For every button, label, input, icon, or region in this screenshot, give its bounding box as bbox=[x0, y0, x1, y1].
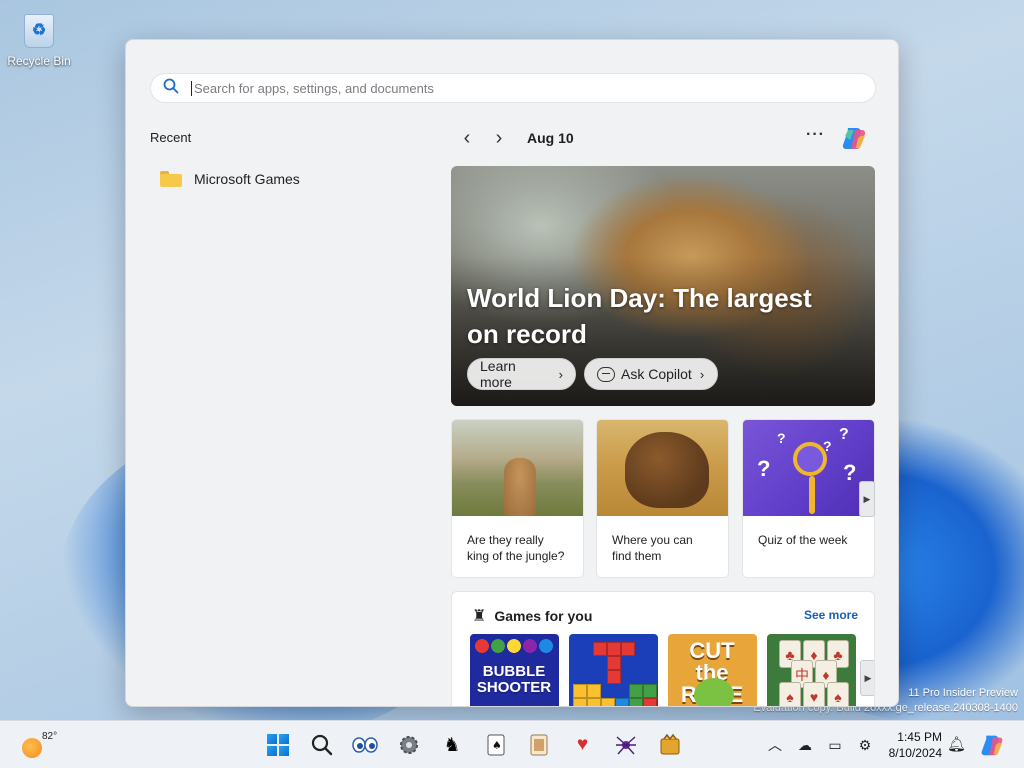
clock[interactable]: 1:45 PM 8/10/2024 bbox=[880, 729, 942, 761]
ask-copilot-label: Ask Copilot bbox=[621, 366, 692, 382]
weather-temperature: 82° bbox=[42, 731, 58, 742]
highlight-card-quiz[interactable]: ? ? ? ? ? Quiz of the week bbox=[742, 419, 875, 578]
game-tile-cut-the-rope[interactable]: CUT the ROPE bbox=[668, 634, 757, 706]
solitaire-app-icon[interactable]: ♠ bbox=[478, 727, 514, 763]
om-nom-character bbox=[694, 678, 734, 706]
highlights-date: Aug 10 bbox=[527, 130, 574, 146]
games-scroll-right-button[interactable]: ▶ bbox=[860, 660, 874, 696]
card-caption: Are they really king of the jungle? bbox=[467, 533, 565, 563]
chess-app-icon[interactable]: ♞ bbox=[434, 727, 470, 763]
more-options-icon[interactable]: ··· bbox=[806, 126, 825, 144]
system-tray: ︿ ☁ ▭ ⚙ bbox=[760, 727, 880, 763]
sun-icon bbox=[22, 738, 42, 758]
search-box[interactable] bbox=[150, 73, 876, 103]
learn-more-button[interactable]: Learn more › bbox=[467, 358, 576, 390]
cards-app-icon[interactable] bbox=[521, 727, 557, 763]
freecell-app-icon[interactable] bbox=[652, 727, 688, 763]
games-for-you-section: ♜ Games for you See more BUBBLE SHOOTER bbox=[451, 591, 875, 706]
start-icon[interactable] bbox=[260, 727, 296, 763]
search-input[interactable] bbox=[191, 80, 851, 96]
ask-copilot-button[interactable]: Ask Copilot › bbox=[584, 358, 718, 390]
learn-more-label: Learn more bbox=[480, 358, 516, 390]
gear-app-icon[interactable] bbox=[391, 727, 427, 763]
highlight-card-where-to-find[interactable]: Where you can find them bbox=[596, 419, 729, 578]
copilot-taskbar-icon[interactable] bbox=[978, 731, 1006, 759]
card-caption: Quiz of the week bbox=[758, 533, 848, 547]
game-tile-bubble-shooter[interactable]: BUBBLE SHOOTER bbox=[470, 634, 559, 706]
taskbar-apps: ♞ ♠ ♥ bbox=[260, 727, 695, 763]
weather-widget[interactable]: 82° bbox=[18, 729, 58, 761]
next-arrow-icon[interactable]: › bbox=[483, 127, 515, 150]
search-icon[interactable] bbox=[304, 727, 340, 763]
previous-arrow-icon[interactable]: ‹ bbox=[451, 127, 483, 150]
copilot-icon[interactable] bbox=[839, 124, 869, 152]
game-title: BUBBLE SHOOTER bbox=[476, 663, 552, 696]
folder-icon bbox=[160, 171, 182, 187]
recycle-bin-shortcut[interactable]: ♻ Recycle Bin bbox=[6, 8, 72, 68]
search-panel: Recent Microsoft Games ‹ › Aug 10 ··· Wo… bbox=[125, 39, 899, 707]
chevron-right-icon: › bbox=[699, 366, 705, 382]
chat-bubble-icon bbox=[597, 366, 615, 382]
recent-heading: Recent bbox=[150, 130, 192, 145]
lion-grassland-image bbox=[452, 420, 583, 516]
network-icon[interactable]: ▭ bbox=[820, 737, 850, 754]
search-icon bbox=[151, 78, 191, 99]
eyes-app-icon[interactable] bbox=[347, 727, 383, 763]
games-header: ♜ Games for you bbox=[472, 606, 592, 626]
lion-savanna-image bbox=[597, 420, 728, 516]
svg-text:♠: ♠ bbox=[492, 739, 502, 752]
chevron-right-icon: › bbox=[558, 366, 563, 382]
quiz-magnifier-image: ? ? ? ? ? bbox=[743, 420, 874, 516]
cards-scroll-right-button[interactable]: ▶ bbox=[859, 481, 875, 517]
games-title: Games for you bbox=[494, 608, 593, 624]
recycle-bin-icon: ♻ bbox=[20, 8, 58, 50]
spider-app-icon[interactable] bbox=[608, 727, 644, 763]
accessibility-icon[interactable]: ⚙ bbox=[850, 737, 880, 754]
clock-date: 8/10/2024 bbox=[888, 746, 942, 760]
game-tile-mahjong[interactable]: ♣ ♦ ♣ 中 ♦ ♠ ♥ ♠ bbox=[767, 634, 856, 706]
highlight-card-king-of-jungle[interactable]: Are they really king of the jungle? bbox=[451, 419, 584, 578]
notification-bell-icon[interactable]: 🔔︎ bbox=[947, 735, 966, 753]
highlights-nav: ‹ › Aug 10 ··· bbox=[451, 124, 875, 152]
onedrive-offline-icon[interactable]: ☁ bbox=[790, 737, 820, 754]
recent-item-microsoft-games[interactable]: Microsoft Games bbox=[160, 167, 300, 191]
clock-time: 1:45 PM bbox=[897, 730, 942, 744]
hero-card-lion[interactable]: World Lion Day: The largest on record Le… bbox=[451, 166, 875, 406]
chess-knight-icon: ♜ bbox=[472, 608, 487, 625]
card-caption: Where you can find them bbox=[612, 533, 693, 563]
recycle-bin-label: Recycle Bin bbox=[7, 54, 71, 68]
hearts-app-icon[interactable]: ♥ bbox=[565, 727, 601, 763]
taskbar: 82° ♞ ♠ ♥ ︿ ☁ ▭ ⚙ 1:45 PM 8/10/2024 🔔︎ bbox=[0, 720, 1024, 768]
highlight-cards: Are they really king of the jungle? Wher… bbox=[451, 419, 875, 578]
chevron-up-icon[interactable]: ︿ bbox=[760, 735, 790, 755]
game-tile-blocks[interactable] bbox=[569, 634, 658, 706]
hero-headline: World Lion Day: The largest on record bbox=[467, 283, 812, 349]
recent-item-label: Microsoft Games bbox=[194, 171, 300, 187]
see-more-link[interactable]: See more bbox=[804, 608, 858, 622]
